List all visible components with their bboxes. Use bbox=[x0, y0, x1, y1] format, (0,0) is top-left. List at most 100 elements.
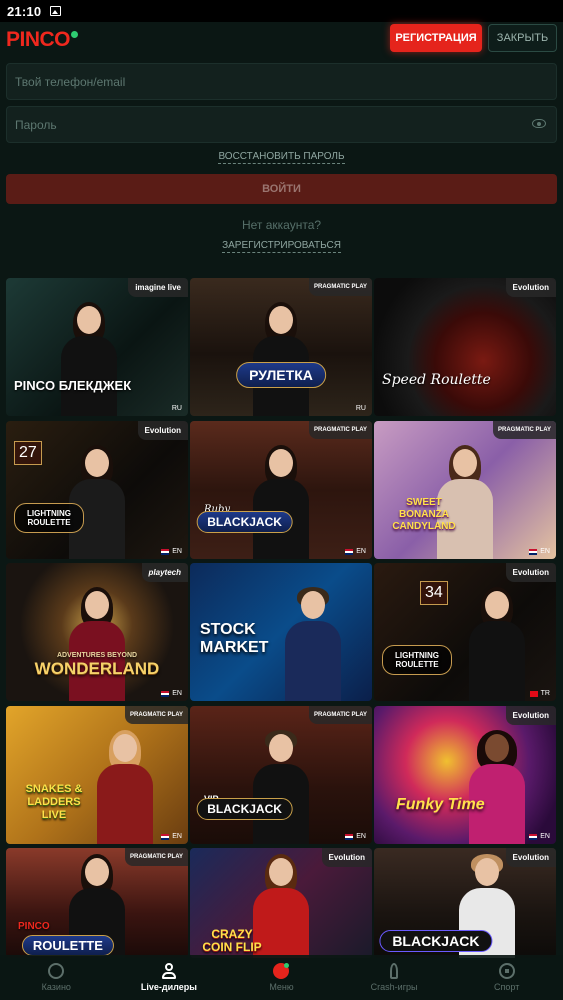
nav-label: Crash-игры bbox=[370, 982, 418, 992]
language-label: EN bbox=[345, 833, 366, 840]
tile-background bbox=[374, 278, 556, 416]
roulette-number: 27 bbox=[14, 441, 42, 465]
nav-live-dealers[interactable]: Live-дилеры bbox=[113, 955, 226, 1000]
game-title: BLACKJACK bbox=[196, 798, 293, 820]
language-code: EN bbox=[172, 833, 182, 840]
language-label: EN bbox=[529, 833, 550, 840]
nav-sport[interactable]: Спорт bbox=[450, 955, 563, 1000]
game-tile[interactable]: PRAGMATIC PLAY РУЛЕТКА RU bbox=[190, 278, 372, 416]
game-title: SNAKES & LADDERS LIVE bbox=[25, 783, 83, 821]
header: PINCO РЕГИСТРАЦИЯ ЗАКРЫТЬ bbox=[0, 22, 563, 56]
game-title: PINCO БЛЕКДЖЕК bbox=[14, 378, 132, 393]
login-field[interactable] bbox=[6, 63, 557, 100]
game-tile[interactable]: PRAGMATIC PLAY VIP BLACKJACK EN bbox=[190, 706, 372, 844]
provider-badge: PRAGMATIC PLAY bbox=[308, 278, 372, 296]
game-tile[interactable]: Evolution BLACKJACK bbox=[374, 848, 556, 958]
game-tile[interactable]: PRAGMATIC PLAY SNAKES & LADDERS LIVE EN bbox=[6, 706, 188, 844]
language-code: EN bbox=[540, 548, 550, 555]
game-title: РУЛЕТКА bbox=[236, 362, 326, 388]
language-label: EN bbox=[529, 548, 550, 555]
language-code: EN bbox=[172, 690, 182, 697]
nav-casino[interactable]: Казино bbox=[0, 955, 113, 1000]
dealer-image bbox=[465, 730, 529, 844]
language-label: RU bbox=[172, 405, 182, 412]
restore-password-link[interactable]: ВОССТАНОВИТЬ ПАРОЛЬ bbox=[218, 151, 345, 164]
game-title: SWEET BONANZA CANDYLAND bbox=[392, 497, 456, 532]
language-code: EN bbox=[356, 548, 366, 555]
register-link-row: ЗАРЕГИСТРИРОВАТЬСЯ bbox=[0, 240, 563, 253]
game-tile[interactable]: 34 Evolution LIGHTNING ROULETTE TR bbox=[374, 563, 556, 701]
dealer-image bbox=[249, 302, 313, 416]
game-title: CRAZY COIN FLIP bbox=[202, 927, 262, 954]
provider-badge: playtech bbox=[141, 563, 188, 582]
game-title: ROULETTE bbox=[21, 935, 114, 956]
provider-badge: Evolution bbox=[505, 848, 556, 867]
page: 21:10 PINCO РЕГИСТРАЦИЯ ЗАКРЫТЬ ВОССТАНО… bbox=[0, 0, 563, 1000]
game-tile[interactable]: imagine live PINCO БЛЕКДЖЕК RU bbox=[6, 278, 188, 416]
provider-badge: Evolution bbox=[505, 278, 556, 297]
login-button[interactable]: ВОЙТИ bbox=[6, 174, 557, 204]
login-input[interactable] bbox=[15, 74, 556, 89]
eye-icon[interactable] bbox=[532, 119, 546, 128]
game-tile[interactable]: Evolution CRAZY COIN FLIP bbox=[190, 848, 372, 958]
logo[interactable]: PINCO bbox=[6, 28, 79, 52]
game-tile[interactable]: PRAGMATIC PLAY SWEET BONANZA CANDYLAND E… bbox=[374, 421, 556, 559]
game-tile[interactable]: STOCK MARKET bbox=[190, 563, 372, 701]
password-field[interactable] bbox=[6, 106, 557, 143]
menu-icon bbox=[273, 963, 290, 979]
language-label: EN bbox=[161, 548, 182, 555]
uk-flag-icon bbox=[529, 833, 538, 840]
uk-flag-icon bbox=[529, 548, 538, 555]
close-button[interactable]: ЗАКРЫТЬ bbox=[488, 24, 557, 52]
game-subtitle: ADVENTURES BEYOND bbox=[56, 652, 138, 659]
sport-icon bbox=[498, 963, 515, 979]
language-code: RU bbox=[355, 405, 366, 412]
game-tile[interactable]: Evolution Speed Roulette bbox=[374, 278, 556, 416]
logo-text: PINCO bbox=[6, 28, 71, 51]
dealer-image bbox=[465, 587, 529, 701]
provider-badge: imagine live bbox=[128, 278, 188, 297]
dealer-image bbox=[249, 730, 313, 844]
nav-crash-games[interactable]: Crash-игры bbox=[338, 955, 451, 1000]
provider-badge: Evolution bbox=[137, 421, 188, 440]
language-code: EN bbox=[540, 833, 550, 840]
turkey-flag-icon bbox=[529, 690, 538, 697]
rocket-icon bbox=[390, 963, 399, 979]
game-subtitle: PINCO bbox=[18, 921, 50, 932]
game-title: Funky Time bbox=[396, 796, 485, 813]
game-tile[interactable]: playtech ADVENTURES BEYOND WONDERLAND EN bbox=[6, 563, 188, 701]
language-code: RU bbox=[171, 405, 182, 412]
provider-badge: PRAGMATIC PLAY bbox=[124, 848, 188, 866]
dealer-image bbox=[93, 730, 157, 844]
password-input[interactable] bbox=[15, 117, 556, 132]
bottom-navigation: Казино Live-дилеры Меню Crash-игры Спорт bbox=[0, 955, 563, 1000]
language-label: EN bbox=[161, 690, 182, 697]
status-time: 21:10 bbox=[7, 3, 42, 19]
nav-menu[interactable]: Меню bbox=[225, 955, 338, 1000]
register-link[interactable]: ЗАРЕГИСТРИРОВАТЬСЯ bbox=[222, 240, 341, 253]
game-tile[interactable]: PRAGMATIC PLAY PINCO ROULETTE bbox=[6, 848, 188, 958]
status-bar: 21:10 bbox=[0, 0, 563, 22]
uk-flag-icon bbox=[161, 548, 170, 555]
dealer-image bbox=[249, 445, 313, 559]
provider-badge: PRAGMATIC PLAY bbox=[492, 421, 556, 439]
game-tile[interactable]: 27 Evolution LIGHTNING ROULETTE EN bbox=[6, 421, 188, 559]
register-button[interactable]: РЕГИСТРАЦИЯ bbox=[390, 24, 482, 52]
language-code: EN bbox=[172, 548, 182, 555]
live-dealer-icon bbox=[161, 963, 177, 979]
language-label: RU bbox=[356, 405, 366, 412]
game-tile[interactable]: Evolution Funky Time EN bbox=[374, 706, 556, 844]
uk-flag-icon bbox=[161, 690, 170, 697]
provider-badge: PRAGMATIC PLAY bbox=[308, 706, 372, 724]
no-account-text: Нет аккаунта? bbox=[241, 218, 322, 232]
nav-label: Спорт bbox=[494, 982, 520, 992]
uk-flag-icon bbox=[161, 833, 170, 840]
game-tile[interactable]: PRAGMATIC PLAY Ruby BLACKJACK EN bbox=[190, 421, 372, 559]
provider-badge: Evolution bbox=[321, 848, 372, 867]
dealer-image bbox=[65, 587, 129, 701]
uk-flag-icon bbox=[345, 548, 354, 555]
provider-badge: PRAGMATIC PLAY bbox=[124, 706, 188, 724]
provider-badge: Evolution bbox=[505, 563, 556, 582]
language-label: EN bbox=[161, 833, 182, 840]
nav-label: Казино bbox=[41, 982, 71, 992]
